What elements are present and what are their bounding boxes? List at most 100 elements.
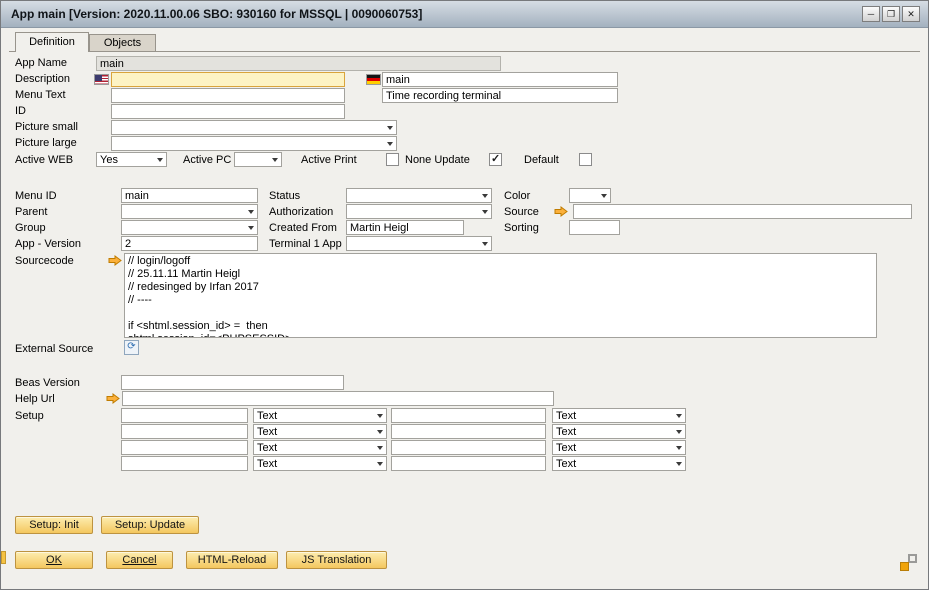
setup-row3-value1-field[interactable] bbox=[121, 440, 248, 455]
app-name-label: App Name bbox=[15, 57, 67, 69]
picture-small-select[interactable] bbox=[111, 120, 397, 135]
status-label: Status bbox=[269, 190, 300, 202]
setup-init-button[interactable]: Setup: Init bbox=[15, 516, 93, 534]
setup-row4-value1-field[interactable] bbox=[121, 456, 248, 471]
none-update-label: None Update bbox=[405, 154, 470, 166]
color-select[interactable] bbox=[569, 188, 611, 203]
created-from-label: Created From bbox=[269, 222, 337, 234]
chevron-down-icon bbox=[482, 242, 488, 246]
link-arrow-icon[interactable] bbox=[554, 206, 568, 217]
chevron-down-icon bbox=[676, 430, 682, 434]
setup-row1-value1-field[interactable] bbox=[121, 408, 248, 423]
active-web-label: Active WEB bbox=[15, 154, 73, 166]
setup-row1-value2-field[interactable] bbox=[391, 408, 546, 423]
help-url-field[interactable] bbox=[122, 391, 554, 406]
chevron-down-icon bbox=[377, 414, 383, 418]
terminal1-app-select[interactable] bbox=[346, 236, 492, 251]
setup-row3-value2-field[interactable] bbox=[391, 440, 546, 455]
link-arrow-icon[interactable] bbox=[108, 255, 122, 266]
setup-row3-type2-select[interactable]: Text bbox=[552, 440, 686, 455]
maximize-button[interactable]: ❐ bbox=[882, 6, 900, 22]
active-print-checkbox[interactable] bbox=[386, 153, 399, 166]
created-from-field[interactable] bbox=[346, 220, 464, 235]
active-web-select[interactable]: Yes bbox=[96, 152, 167, 167]
window-edge-marker bbox=[1, 551, 6, 564]
setup-row2-type1-select[interactable]: Text bbox=[253, 424, 387, 439]
sorting-field[interactable] bbox=[569, 220, 620, 235]
terminal1-app-label: Terminal 1 App bbox=[269, 238, 342, 250]
setup-row4-type1-value: Text bbox=[257, 458, 277, 470]
menu-id-field[interactable] bbox=[121, 188, 258, 203]
parent-label: Parent bbox=[15, 206, 47, 218]
setup-row2-value2-field[interactable] bbox=[391, 424, 546, 439]
chevron-down-icon bbox=[676, 446, 682, 450]
chevron-down-icon bbox=[676, 414, 682, 418]
setup-row2-type2-select[interactable]: Text bbox=[552, 424, 686, 439]
parent-select[interactable] bbox=[121, 204, 258, 219]
picture-small-label: Picture small bbox=[15, 121, 78, 133]
setup-row3-type1-select[interactable]: Text bbox=[253, 440, 387, 455]
description-en-field[interactable] bbox=[111, 72, 345, 87]
sorting-label: Sorting bbox=[504, 222, 539, 234]
group-select[interactable] bbox=[121, 220, 258, 235]
active-web-value: Yes bbox=[100, 154, 118, 166]
resize-grip-icon[interactable] bbox=[900, 554, 917, 571]
ok-label: OK bbox=[46, 554, 62, 566]
ok-button[interactable]: OK bbox=[15, 551, 93, 569]
link-arrow-icon[interactable] bbox=[106, 393, 120, 404]
chevron-down-icon bbox=[387, 142, 393, 146]
menu-text-en-field[interactable] bbox=[111, 88, 345, 103]
setup-row1-type2-value: Text bbox=[556, 410, 576, 422]
status-select[interactable] bbox=[346, 188, 492, 203]
window-controls: ─ ❐ ✕ bbox=[862, 6, 920, 22]
active-pc-select[interactable] bbox=[234, 152, 282, 167]
picture-large-select[interactable] bbox=[111, 136, 397, 151]
sourcecode-label: Sourcecode bbox=[15, 255, 74, 267]
default-checkbox[interactable] bbox=[579, 153, 592, 166]
authorization-select[interactable] bbox=[346, 204, 492, 219]
minimize-button[interactable]: ─ bbox=[862, 6, 880, 22]
source-field[interactable] bbox=[573, 204, 912, 219]
setup-row2-value1-field[interactable] bbox=[121, 424, 248, 439]
setup-row4-type2-select[interactable]: Text bbox=[552, 456, 686, 471]
setup-row1-type1-select[interactable]: Text bbox=[253, 408, 387, 423]
menu-text-label: Menu Text bbox=[15, 89, 66, 101]
setup-row4-value2-field[interactable] bbox=[391, 456, 546, 471]
beas-version-label: Beas Version bbox=[15, 377, 80, 389]
active-pc-label: Active PC bbox=[183, 154, 231, 166]
setup-update-label: Setup: Update bbox=[115, 519, 185, 531]
app-window: App main [Version: 2020.11.00.06 SBO: 93… bbox=[0, 0, 929, 590]
chevron-down-icon bbox=[601, 194, 607, 198]
description-de-field[interactable] bbox=[382, 72, 618, 87]
us-flag-icon bbox=[94, 74, 109, 85]
chevron-down-icon bbox=[377, 446, 383, 450]
setup-update-button[interactable]: Setup: Update bbox=[101, 516, 199, 534]
default-label: Default bbox=[524, 154, 559, 166]
external-source-icon[interactable]: ⟳ bbox=[124, 340, 139, 355]
color-label: Color bbox=[504, 190, 530, 202]
setup-row4-type1-select[interactable]: Text bbox=[253, 456, 387, 471]
beas-version-field[interactable] bbox=[121, 375, 344, 390]
title-bar[interactable]: App main [Version: 2020.11.00.06 SBO: 93… bbox=[1, 1, 928, 28]
app-version-field[interactable] bbox=[121, 236, 258, 251]
tab-definition[interactable]: Definition bbox=[15, 32, 89, 52]
id-field[interactable] bbox=[111, 104, 345, 119]
js-translation-button[interactable]: JS Translation bbox=[286, 551, 387, 569]
menu-text-de-field[interactable] bbox=[382, 88, 618, 103]
none-update-checkbox[interactable]: ✓ bbox=[489, 153, 502, 166]
tab-objects[interactable]: Objects bbox=[89, 34, 156, 51]
chevron-down-icon bbox=[157, 158, 163, 162]
cancel-button[interactable]: Cancel bbox=[106, 551, 173, 569]
setup-label: Setup bbox=[15, 410, 44, 422]
chevron-down-icon bbox=[377, 462, 383, 466]
setup-row2-type2-value: Text bbox=[556, 426, 576, 438]
chevron-down-icon bbox=[676, 462, 682, 466]
close-button[interactable]: ✕ bbox=[902, 6, 920, 22]
html-reload-button[interactable]: HTML-Reload bbox=[186, 551, 278, 569]
minimize-icon: ─ bbox=[868, 9, 874, 19]
app-name-field[interactable] bbox=[96, 56, 501, 71]
setup-row1-type2-select[interactable]: Text bbox=[552, 408, 686, 423]
sourcecode-textarea[interactable]: // login/logoff // 25.11.11 Martin Heigl… bbox=[124, 253, 877, 338]
setup-row4-type2-value: Text bbox=[556, 458, 576, 470]
setup-row1-type1-value: Text bbox=[257, 410, 277, 422]
